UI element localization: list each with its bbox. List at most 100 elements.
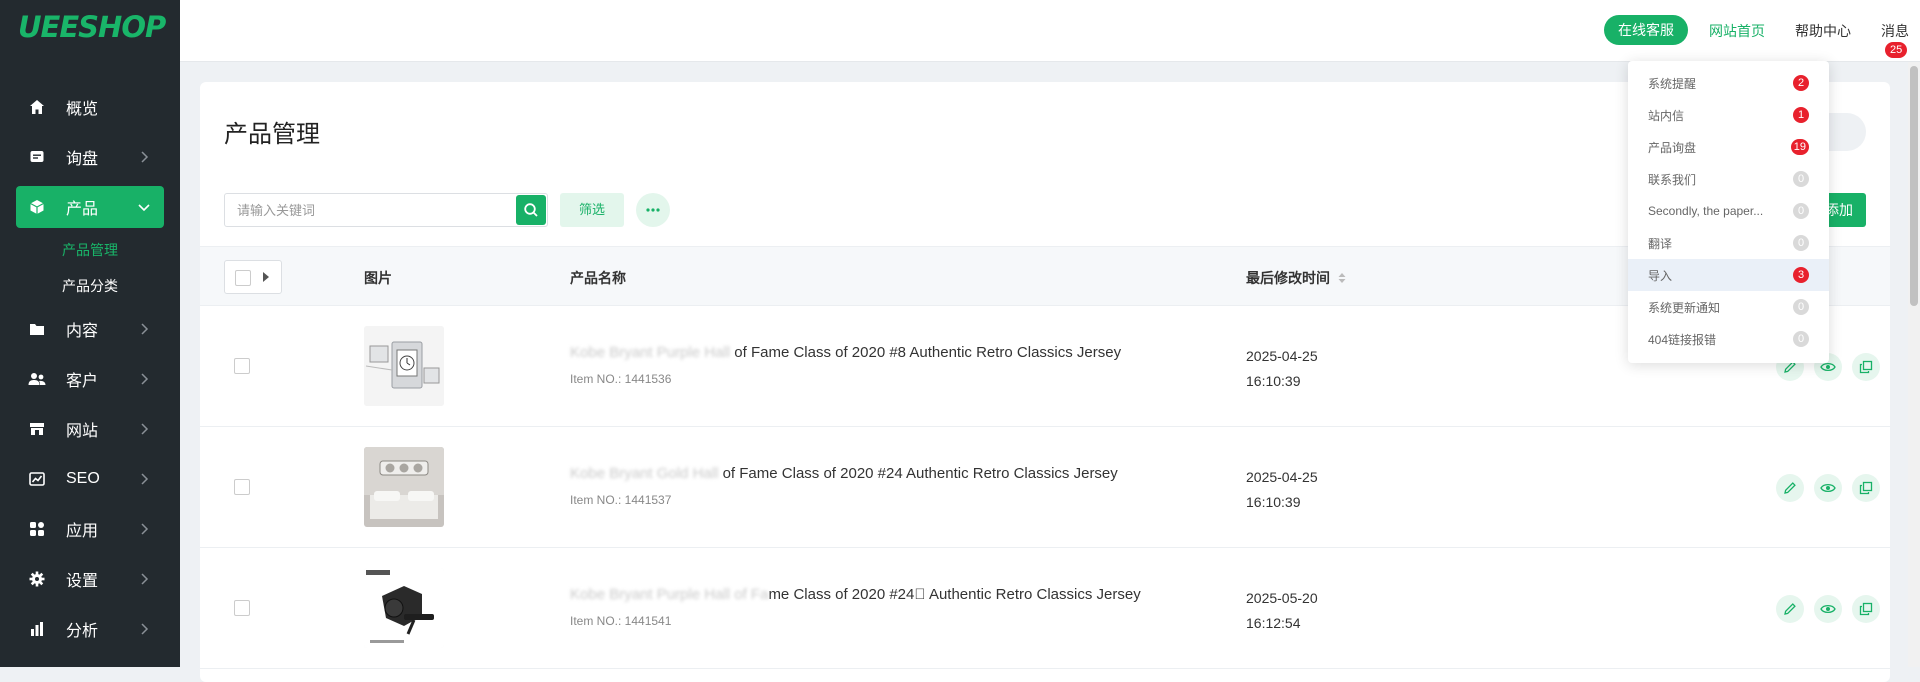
ueeshop-logo[interactable]: UEESHOP [18,10,166,44]
dropdown-item-label: 产品询盘 [1648,140,1697,155]
sidebar-item-label: 产品 [66,201,99,218]
count-badge: 0 [1793,203,1809,219]
preview-button[interactable] [1814,474,1842,502]
help-center-link[interactable]: 帮助中心 [1795,21,1851,41]
sidebar-nav: 概览 询盘 产品 产品管理 产品分类 内容 客户 网站 SEO 应用 设置 分析 [0,82,180,654]
content-folder-icon [28,320,46,338]
product-box-icon [28,198,46,216]
search-input[interactable] [225,194,505,226]
sidebar-item-overview[interactable]: 概览 [0,82,180,132]
gear-icon [28,570,46,588]
product-name-blurred: Kobe Bryant Gold Hall [570,465,719,482]
bar-chart-icon [28,620,46,638]
more-options-button[interactable] [636,193,670,227]
dropdown-item-translation[interactable]: 翻译 0 [1628,227,1829,259]
dropdown-item-label: Secondly, the paper... [1648,204,1764,218]
row-checkbox[interactable] [234,600,250,616]
chevron-down-icon [138,204,150,212]
count-badge: 1 [1793,107,1809,123]
product-thumbnail[interactable] [364,326,444,406]
dropdown-item-product-inquiry[interactable]: 产品询盘 19 [1628,131,1829,163]
copy-icon [1859,602,1873,616]
dropdown-item-label: 导入 [1648,268,1673,283]
dropdown-item-label: 站内信 [1648,108,1685,123]
product-name[interactable]: Kobe Bryant Purple Hall of Fame Class of… [570,344,1121,361]
filter-button[interactable]: 筛选 [560,193,624,227]
sidebar-item-label: 客户 [66,373,99,390]
search-button[interactable] [516,195,546,225]
product-name[interactable]: Kobe Bryant Purple Hall of Fame Class of… [570,586,1141,603]
messages-label: 消息 [1881,23,1909,39]
messages-link[interactable]: 消息 25 [1881,21,1920,58]
sidebar-subitem-product-management[interactable]: 产品管理 [0,232,180,268]
select-all-control[interactable] [224,260,282,294]
dropdown-item-label: 404链接报错 [1648,332,1717,347]
dropdown-item-contact-us[interactable]: 联系我们 0 [1628,163,1829,195]
search-icon [524,203,538,217]
sidebar-item-apps[interactable]: 应用 [0,504,180,554]
sidebar-item-analytics[interactable]: 分析 [0,604,180,654]
dropdown-item-404-errors[interactable]: 404链接报错 0 [1628,323,1829,355]
sidebar-item-label: 概览 [66,101,99,118]
copy-button[interactable] [1852,595,1880,623]
count-badge: 3 [1793,267,1809,283]
search-box [224,193,548,227]
count-badge: 0 [1793,235,1809,251]
copy-button[interactable] [1852,353,1880,381]
chevron-right-icon [141,573,149,585]
caret-right-icon[interactable] [263,272,269,282]
online-service-button[interactable]: 在线客服 [1604,15,1688,45]
column-header-modified[interactable]: 最后修改时间 [1246,268,1347,288]
seo-chart-icon [28,470,46,488]
dropdown-item-label: 翻译 [1648,236,1673,251]
edit-button[interactable] [1776,595,1804,623]
last-modified-time: 2025-04-25 16:10:39 [1246,344,1318,394]
sidebar-item-settings[interactable]: 设置 [0,554,180,604]
last-modified-time: 2025-05-20 16:12:54 [1246,586,1318,636]
copy-button[interactable] [1852,474,1880,502]
sidebar-item-inquiry[interactable]: 询盘 [0,132,180,182]
row-checkbox[interactable] [234,479,250,495]
sidebar-item-customers[interactable]: 客户 [0,354,180,404]
product-name[interactable]: Kobe Bryant Gold Hall of Fame Class of 2… [570,465,1118,482]
scrollbar-thumb[interactable] [1910,66,1918,306]
edit-button[interactable] [1776,474,1804,502]
store-icon [28,420,46,438]
dropdown-item-system-update[interactable]: 系统更新通知 0 [1628,291,1829,323]
sidebar-item-label: 网站 [66,423,99,440]
dropdown-item-system-reminder[interactable]: 系统提醒 2 [1628,67,1829,99]
select-all-checkbox[interactable] [235,270,251,286]
dropdown-item-internal-mail[interactable]: 站内信 1 [1628,99,1829,131]
product-thumbnail[interactable] [364,568,444,648]
ellipsis-icon [646,208,660,212]
product-thumbnail[interactable] [364,447,444,527]
modified-time: 16:10:39 [1246,373,1301,389]
row-checkbox[interactable] [234,358,250,374]
chevron-right-icon [141,423,149,435]
table-row: Kobe Bryant Gold Hall of Fame Class of 2… [200,427,1890,548]
count-badge: 0 [1793,331,1809,347]
sidebar-item-seo[interactable]: SEO [0,454,180,504]
dropdown-item-import[interactable]: 导入 3 [1628,259,1829,291]
page-title: 产品管理 [224,121,320,148]
sidebar-item-website[interactable]: 网站 [0,404,180,454]
copy-icon [1859,481,1873,495]
sidebar-item-content[interactable]: 内容 [0,304,180,354]
sidebar-subitem-product-category[interactable]: 产品分类 [0,268,180,304]
product-name-text: of Fame Class of 2020 #24 Authentic Retr… [722,465,1118,482]
customers-icon [28,370,46,388]
product-name-text: me Class of 2020 #24  Authentic Retro Cl… [768,586,1141,603]
product-image [364,568,444,648]
product-name-blurred: Kobe Bryant Purple Hall of Fa [570,586,769,603]
sidebar-item-label: 询盘 [66,151,99,168]
home-icon [28,98,46,116]
messages-dropdown: 系统提醒 2 站内信 1 产品询盘 19 联系我们 0 Secondly, the pa… [1628,61,1829,363]
chevron-right-icon [141,373,149,385]
sidebar-item-label: 应用 [66,523,99,540]
sidebar-item-label: SEO [66,470,100,487]
sidebar-item-products[interactable]: 产品 [16,186,164,228]
preview-button[interactable] [1814,595,1842,623]
dropdown-item-custom-form[interactable]: Secondly, the paper... 0 [1628,195,1829,227]
page-scrollbar[interactable] [1908,62,1920,667]
website-home-link[interactable]: 网站首页 [1709,21,1765,41]
